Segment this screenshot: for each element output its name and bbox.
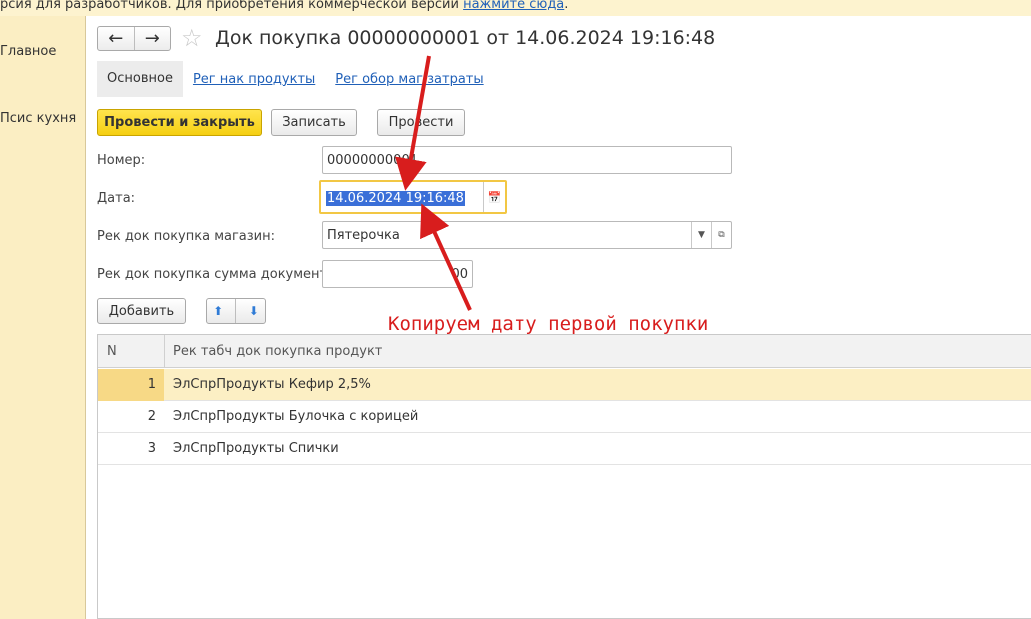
open-icon[interactable]: ⧉	[711, 222, 731, 248]
arrow-left-icon: ←	[108, 28, 124, 49]
table-row[interactable]: 1 ЭлСпрПродукты Кефир 2,5%	[98, 369, 1031, 401]
save-button[interactable]: Записать	[271, 109, 357, 136]
divider	[235, 299, 237, 323]
nav-buttons: ← →	[97, 26, 171, 51]
date-label: Дата:	[97, 191, 136, 206]
sidebar-item-main[interactable]: Главное	[0, 44, 56, 59]
number-label: Номер:	[97, 153, 146, 168]
sidebar-item-kitchen[interactable]: Псис кухня	[0, 111, 76, 126]
forward-button[interactable]: →	[133, 27, 171, 50]
date-value: 14.06.2024 19:16:48	[326, 191, 465, 206]
tab-reg-products[interactable]: Рег нак продукты	[193, 72, 315, 87]
license-banner: рсия для разработчиков. Для приобретения…	[0, 0, 1031, 16]
table-row[interactable]: 3 ЭлСпрПродукты Спички	[98, 433, 1031, 465]
products-table: N Рек табч док покупка продукт 1 ЭлСпрПр…	[97, 334, 1031, 619]
sum-label: Рек док покупка сумма документа:	[97, 267, 340, 282]
annotation-text: Копируем дату первой покупки	[388, 313, 709, 335]
row-number: 2	[147, 409, 156, 424]
sum-field[interactable]: 00	[322, 260, 473, 288]
calendar-icon[interactable]: 📅	[483, 182, 505, 212]
post-and-close-button[interactable]: Провести и закрыть	[97, 109, 262, 136]
arrow-up-icon[interactable]: ⬆	[213, 304, 223, 318]
banner-text: рсия для разработчиков. Для приобретения…	[0, 0, 464, 12]
page-title: Док покупка 00000000001 от 14.06.2024 19…	[215, 27, 716, 49]
back-button[interactable]: ←	[98, 27, 134, 50]
form-tabs: Основное Рег нак продукты Рег обор маг з…	[97, 61, 494, 97]
store-label: Рек док покупка магазин:	[97, 229, 276, 244]
arrow-right-icon: →	[144, 28, 160, 49]
row-number: 3	[147, 441, 156, 456]
table-row[interactable]: 2 ЭлСпрПродукты Булочка с корицей	[98, 401, 1031, 433]
store-field[interactable]: Пятерочка ▼ ⧉	[322, 221, 732, 249]
banner-suffix: .	[564, 0, 569, 12]
column-product[interactable]: Рек табч док покупка продукт	[173, 335, 382, 368]
row-product: ЭлСпрПродукты Спички	[173, 441, 339, 456]
move-buttons: ⬆ ⬇	[206, 298, 266, 324]
sidebar: Главное Псис кухня	[0, 16, 86, 619]
row-number: 1	[98, 369, 164, 401]
date-field[interactable]: 14.06.2024 19:16:48 📅	[319, 180, 507, 214]
column-divider	[164, 335, 165, 368]
post-button[interactable]: Провести	[377, 109, 465, 136]
column-n[interactable]: N	[107, 335, 117, 368]
tab-main[interactable]: Основное	[97, 61, 183, 97]
tab-reg-store-costs[interactable]: Рег обор маг затраты	[335, 72, 483, 87]
chevron-down-icon[interactable]: ▼	[691, 222, 711, 248]
store-value: Пятерочка	[327, 227, 400, 243]
row-product: ЭлСпрПродукты Булочка с корицей	[173, 409, 419, 424]
row-product: ЭлСпрПродукты Кефир 2,5%	[173, 377, 371, 392]
star-icon[interactable]: ☆	[181, 24, 203, 52]
arrow-down-icon[interactable]: ⬇	[249, 304, 259, 318]
number-field[interactable]: 00000000001	[322, 146, 732, 174]
banner-link[interactable]: нажмите сюда	[463, 0, 564, 12]
add-row-button[interactable]: Добавить	[97, 298, 186, 324]
table-header: N Рек табч док покупка продукт	[98, 335, 1031, 368]
